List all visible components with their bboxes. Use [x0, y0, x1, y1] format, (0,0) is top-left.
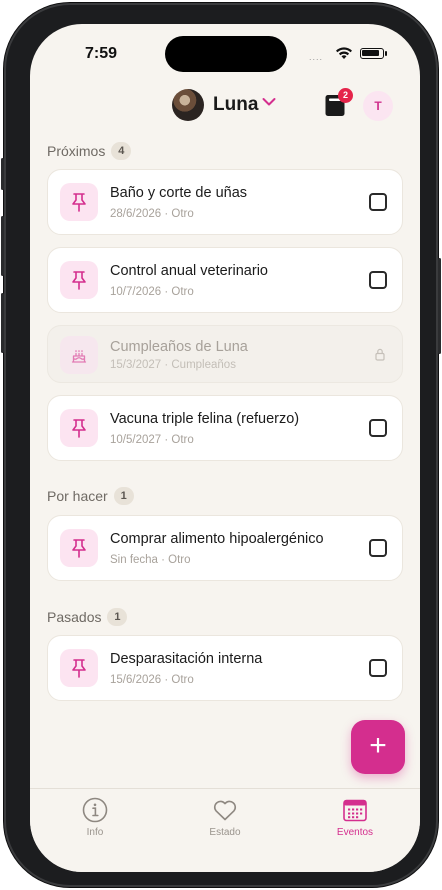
app-header: Luna 2 T	[30, 86, 420, 126]
event-subtitle: 10/7/2026 · Otro	[110, 286, 194, 298]
cake-icon	[71, 350, 87, 363]
event-checkbox[interactable]	[369, 193, 387, 211]
tab-info[interactable]: Info	[45, 793, 145, 843]
event-card[interactable]: Comprar alimento hipoalergénico Sin fech…	[47, 515, 403, 581]
tab-eventos[interactable]: Eventos	[305, 793, 405, 843]
event-icon-box	[60, 336, 98, 374]
event-card[interactable]: Vacuna triple felina (refuerzo) 10/5/202…	[47, 395, 403, 461]
event-title: Comprar alimento hipoalergénico	[110, 531, 324, 547]
mute-switch	[1, 158, 4, 190]
pin-icon	[72, 193, 86, 212]
section-count: 1	[113, 487, 134, 505]
app-screen: 7:59 .... Luna 2 T Próximos 4 Baño y cor…	[30, 24, 420, 872]
section-header-pasados: Pasados 1	[47, 607, 128, 627]
tab-bar: Info Estado Eventos	[30, 788, 420, 872]
calendar-icon	[343, 799, 367, 822]
event-card-locked[interactable]: Cumpleaños de Luna 15/3/2027 · Cumpleaño…	[47, 325, 403, 383]
event-card[interactable]: Control anual veterinario 10/7/2026 · Ot…	[47, 247, 403, 313]
battery-tip	[385, 51, 387, 56]
dynamic-island	[165, 36, 287, 72]
lock-icon	[375, 348, 385, 361]
info-icon	[82, 797, 108, 823]
volume-up-button	[1, 216, 4, 276]
event-subtitle: 15/3/2027 · Cumpleaños	[110, 359, 236, 371]
power-button	[438, 258, 441, 354]
tab-estado[interactable]: Estado	[175, 793, 275, 843]
section-title: Pasados	[47, 609, 102, 625]
event-icon-box	[60, 183, 98, 221]
section-title: Por hacer	[47, 488, 108, 504]
event-subtitle: 10/5/2027 · Otro	[110, 434, 194, 446]
tab-label: Estado	[209, 827, 241, 838]
tab-label: Eventos	[336, 827, 374, 838]
event-subtitle: 15/6/2026 · Otro	[110, 674, 194, 686]
pin-icon	[72, 271, 86, 290]
event-title: Desparasitación interna	[110, 651, 263, 667]
add-event-button[interactable]: +	[351, 720, 405, 774]
event-checkbox[interactable]	[369, 271, 387, 289]
event-checkbox[interactable]	[369, 539, 387, 557]
tab-label: Info	[86, 827, 104, 838]
pin-icon	[72, 539, 86, 558]
event-card[interactable]: Baño y corte de uñas 28/6/2026 · Otro	[47, 169, 403, 235]
status-time: 7:59	[85, 45, 118, 62]
event-subtitle: 28/6/2026 · Otro	[110, 208, 194, 220]
event-icon-box	[60, 409, 98, 447]
event-subtitle: Sin fecha · Otro	[110, 554, 191, 566]
section-header-proximos: Próximos 4	[47, 141, 132, 161]
event-checkbox[interactable]	[369, 659, 387, 677]
signal-dots: ....	[309, 52, 324, 62]
event-title: Control anual veterinario	[110, 263, 268, 279]
user-avatar[interactable]: T	[363, 91, 393, 121]
event-icon-box	[60, 529, 98, 567]
event-title: Cumpleaños de Luna	[110, 339, 248, 355]
event-icon-box	[60, 261, 98, 299]
notification-badge: 2	[338, 88, 353, 103]
event-title: Baño y corte de uñas	[110, 185, 248, 201]
event-icon-box	[60, 649, 98, 687]
pet-name[interactable]: Luna	[213, 94, 258, 116]
pin-icon	[72, 659, 86, 678]
pin-icon	[72, 419, 86, 438]
battery-icon	[360, 48, 384, 59]
chevron-down-icon[interactable]	[262, 97, 276, 107]
section-count: 1	[107, 608, 128, 626]
event-card[interactable]: Desparasitación interna 15/6/2026 · Otro	[47, 635, 403, 701]
event-checkbox[interactable]	[369, 419, 387, 437]
volume-down-button	[1, 293, 4, 353]
section-title: Próximos	[47, 143, 106, 159]
heart-icon	[213, 800, 237, 821]
section-count: 4	[111, 142, 132, 160]
pet-avatar[interactable]	[172, 89, 204, 121]
status-bar: 7:59 ....	[30, 24, 420, 80]
section-header-por-hacer: Por hacer 1	[47, 486, 134, 506]
wifi-icon	[336, 47, 352, 59]
phone-frame: 7:59 .... Luna 2 T Próximos 4 Baño y cor…	[1, 3, 441, 887]
event-title: Vacuna triple felina (refuerzo)	[110, 411, 300, 427]
